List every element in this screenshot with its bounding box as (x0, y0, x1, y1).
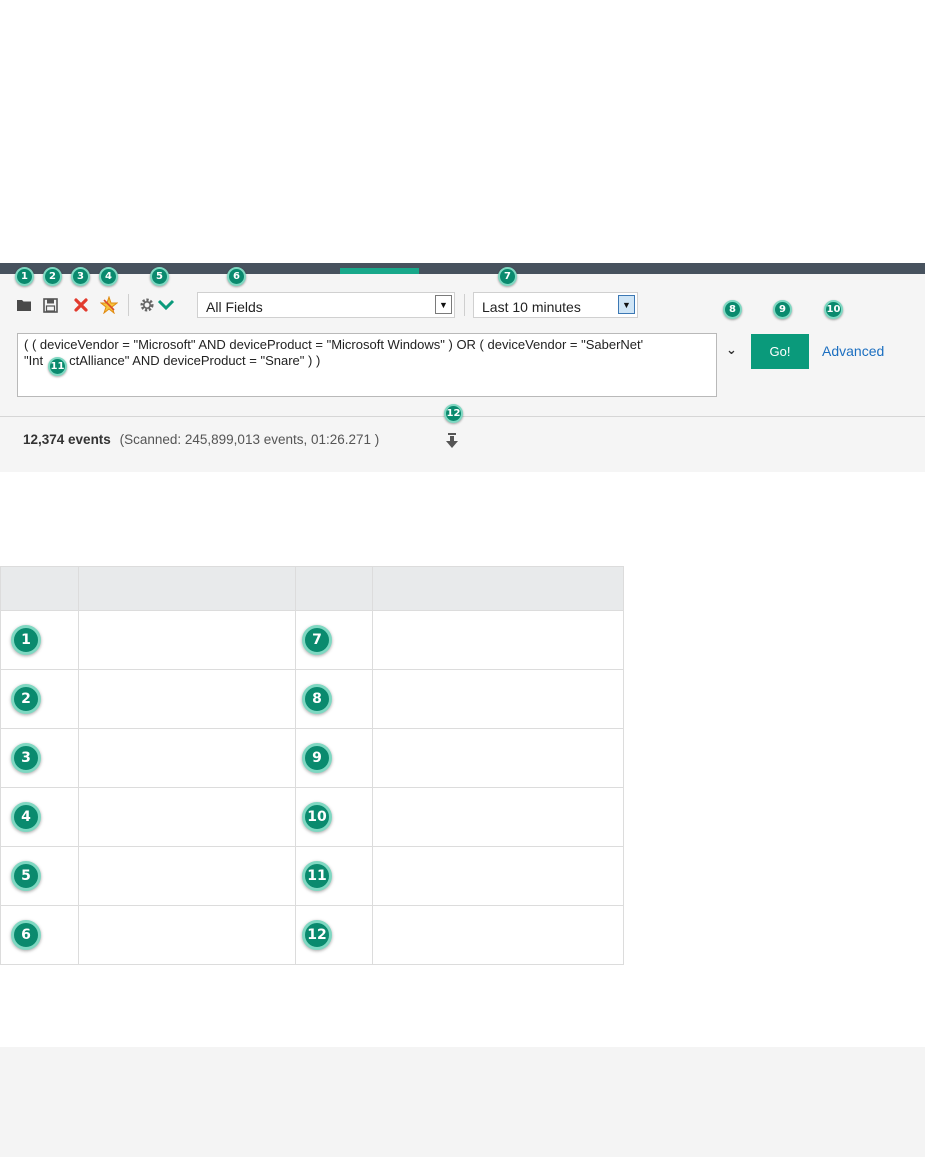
legend-badge: 12 (302, 920, 332, 950)
legend-badge: 8 (302, 684, 332, 714)
legend-badge: 2 (11, 684, 41, 714)
download-arrow-icon[interactable] (445, 433, 459, 454)
gear-icon[interactable] (138, 296, 156, 314)
query-input[interactable]: ( ( deviceVendor = "Microsoft" AND devic… (17, 333, 717, 397)
legend-badge: 10 (302, 802, 332, 832)
table-row: 2 8 (0, 669, 624, 729)
query-line-2: "Int ctAlliance" AND deviceProduct = "Sna… (24, 353, 321, 368)
callout-badge: 9 (773, 300, 792, 319)
callout-badge: 2 (43, 267, 62, 286)
toolbar-separator (128, 294, 129, 316)
legend-badge: 4 (11, 802, 41, 832)
callout-badge: 3 (71, 267, 90, 286)
delete-icon[interactable] (72, 296, 90, 314)
callout-badge: 10 (824, 300, 843, 319)
legend-badge: 11 (302, 861, 332, 891)
footer-panel (0, 1047, 925, 1157)
dropdown-arrow-icon[interactable]: ▼ (435, 295, 452, 314)
scan-summary: (Scanned: 245,899,013 events, 01:26.271 … (119, 432, 380, 447)
legend-badge: 9 (302, 743, 332, 773)
advanced-link[interactable]: Advanced (822, 343, 884, 359)
callout-badge: 11 (48, 357, 67, 376)
callout-badge: 6 (227, 267, 246, 286)
fields-select-value: All Fields (206, 299, 263, 315)
save-icon[interactable] (41, 296, 59, 314)
toolbar-separator (464, 294, 465, 316)
callout-badge: 8 (723, 300, 742, 319)
legend-badge: 3 (11, 743, 41, 773)
fields-select[interactable]: All Fields ▼ (197, 292, 455, 318)
go-button[interactable]: Go! (751, 334, 809, 369)
time-range-select[interactable]: Last 10 minutes ▼ (473, 292, 638, 318)
legend-badge: 7 (302, 625, 332, 655)
top-navigation-bar (0, 263, 925, 274)
callout-badge: 5 (150, 267, 169, 286)
legend-header-row (0, 566, 624, 611)
search-status: 12,374 events (Scanned: 245,899,013 even… (23, 432, 379, 447)
table-row: 4 10 (0, 787, 624, 847)
legend-badge: 6 (11, 920, 41, 950)
table-row: 1 7 (0, 610, 624, 670)
table-row: 5 11 (0, 846, 624, 906)
chevron-down-icon[interactable] (157, 296, 175, 314)
table-row: 3 9 (0, 728, 624, 788)
callout-badge: 4 (99, 267, 118, 286)
table-row: 6 12 (0, 905, 624, 965)
time-range-value: Last 10 minutes (482, 299, 581, 315)
query-line-1: ( ( deviceVendor = "Microsoft" AND devic… (24, 337, 644, 352)
callout-legend-table: 1 7 2 8 3 9 4 10 5 11 6 12 (0, 566, 624, 965)
callout-badge: 1 (15, 267, 34, 286)
query-history-chevron-icon[interactable]: ⌄ (726, 342, 737, 358)
folder-open-icon[interactable] (15, 296, 33, 314)
dropdown-arrow-icon[interactable]: ▼ (618, 295, 635, 314)
event-count: 12,374 events (23, 432, 111, 447)
callout-badge: 7 (498, 267, 517, 286)
legend-badge: 5 (11, 861, 41, 891)
new-filter-icon[interactable] (100, 296, 118, 314)
legend-badge: 1 (11, 625, 41, 655)
callout-badge: 12 (444, 404, 463, 423)
